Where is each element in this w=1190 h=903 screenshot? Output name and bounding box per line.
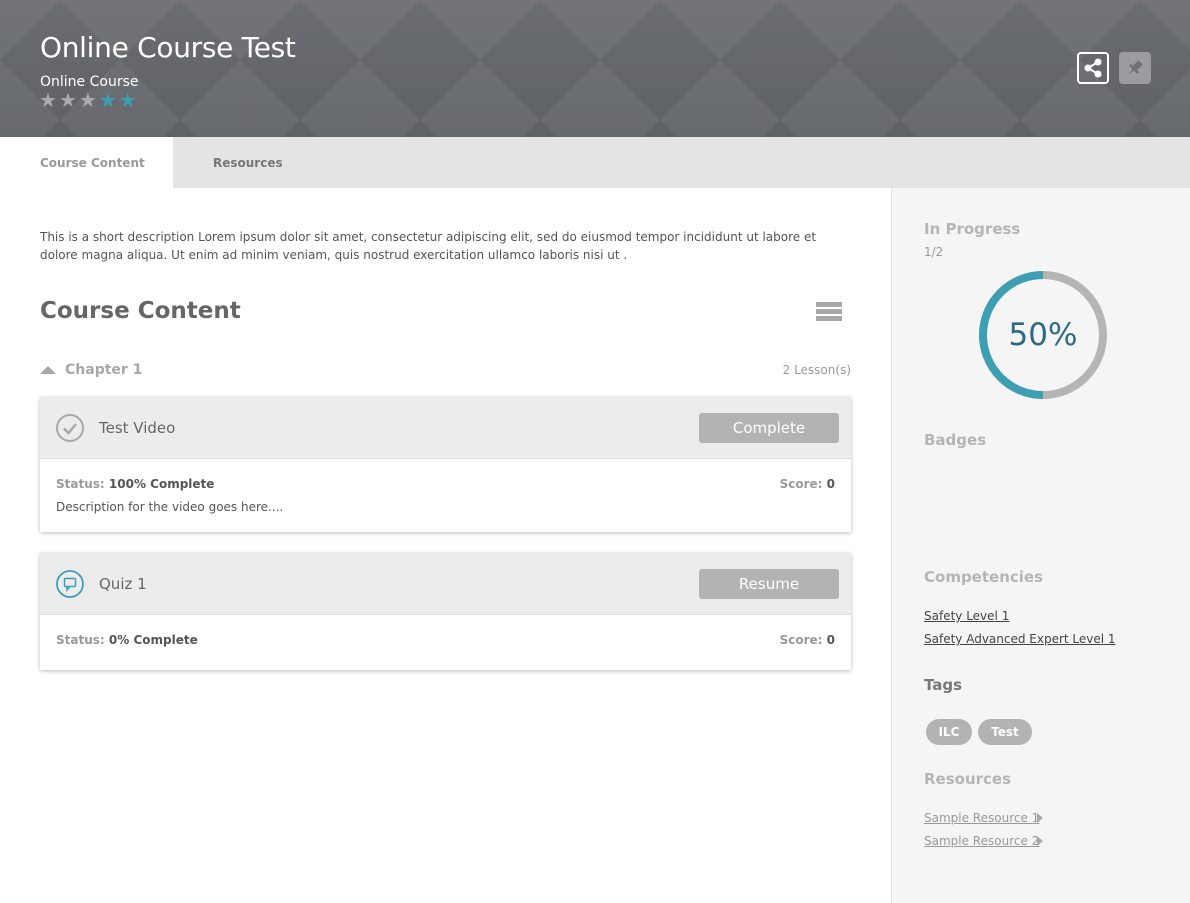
course-title: Online Course Test — [40, 31, 296, 64]
course-header: Online Course Test Online Course ★★★★★ — [0, 0, 1190, 137]
lesson-description: Description for the video goes here.... — [56, 500, 284, 514]
resource-link[interactable]: Sample Resource 2 — [924, 834, 1039, 848]
competency-link[interactable]: Safety Level 1 — [924, 609, 1009, 623]
score-label: Score: — [779, 477, 823, 491]
lesson-score: Score: 0 — [780, 477, 835, 491]
tag-chip[interactable]: Test — [978, 719, 1032, 745]
section-title: Course Content — [40, 298, 241, 324]
caret-up-icon[interactable] — [40, 366, 56, 374]
status-label: Status: — [56, 477, 105, 491]
lesson-header[interactable]: Quiz 1 Resume — [40, 553, 851, 615]
status-label: Status: — [56, 633, 105, 647]
lesson-status: Status: 100% Complete — [56, 477, 214, 491]
pin-button[interactable] — [1119, 52, 1151, 84]
tab-resources[interactable]: Resources — [173, 137, 323, 188]
lesson-status: Status: 0% Complete — [56, 633, 198, 647]
pin-icon — [1128, 60, 1143, 75]
lesson-header[interactable]: Test Video Complete — [40, 397, 851, 459]
score-value: 0 — [826, 633, 835, 647]
competencies-heading: Competencies — [924, 568, 1044, 586]
share-button[interactable] — [1077, 52, 1109, 84]
progress-count: 1/2 — [924, 245, 944, 259]
resource-link[interactable]: Sample Resource 1 — [924, 811, 1039, 825]
lesson-title[interactable]: Test Video — [99, 419, 175, 437]
caret-right-icon — [1037, 836, 1043, 846]
lesson-score: Score: 0 — [780, 633, 835, 647]
tab-course-content[interactable]: Course Content — [0, 137, 173, 188]
chapter-title[interactable]: Chapter 1 — [65, 362, 142, 378]
resume-button[interactable]: Resume — [699, 569, 839, 599]
tab-bar: Course Content Resources — [0, 137, 1190, 188]
star-icon[interactable]: ★ — [99, 88, 119, 112]
course-description: This is a short description Lorem ipsum … — [40, 230, 817, 262]
score-value: 0 — [826, 477, 835, 491]
lesson-card: Test Video Complete Status: 100% Complet… — [40, 397, 851, 532]
star-icon[interactable]: ★ — [39, 88, 59, 112]
check-circle-icon — [56, 414, 84, 442]
tags-heading: Tags — [924, 676, 963, 694]
lesson-title[interactable]: Quiz 1 — [99, 575, 147, 593]
badges-heading: Badges — [924, 431, 987, 449]
star-icon[interactable]: ★ — [59, 88, 79, 112]
list-view-icon[interactable] — [816, 302, 842, 328]
caret-right-icon — [1037, 813, 1043, 823]
resources-heading: Resources — [924, 770, 1012, 788]
status-value: 100% Complete — [108, 477, 215, 491]
rating-stars[interactable]: ★★★★★ — [39, 89, 139, 111]
status-value: 0% Complete — [108, 633, 198, 647]
quiz-icon — [56, 570, 84, 598]
progress-heading: In Progress — [924, 220, 1021, 238]
competency-link[interactable]: Safety Advanced Expert Level 1 — [924, 632, 1116, 646]
complete-button[interactable]: Complete — [699, 413, 839, 443]
progress-percent: 50% — [1008, 317, 1078, 353]
star-icon[interactable]: ★ — [119, 88, 139, 112]
lesson-card: Quiz 1 Resume Status: 0% Complete Score:… — [40, 553, 851, 670]
sidebar: In Progress 1/2 50% Badges Competencies … — [891, 188, 1190, 903]
score-label: Score: — [779, 633, 823, 647]
share-icon — [1084, 58, 1102, 78]
lesson-count: 2 Lesson(s) — [782, 363, 851, 377]
star-icon[interactable]: ★ — [79, 88, 99, 112]
tag-chip[interactable]: ILC — [926, 719, 972, 745]
